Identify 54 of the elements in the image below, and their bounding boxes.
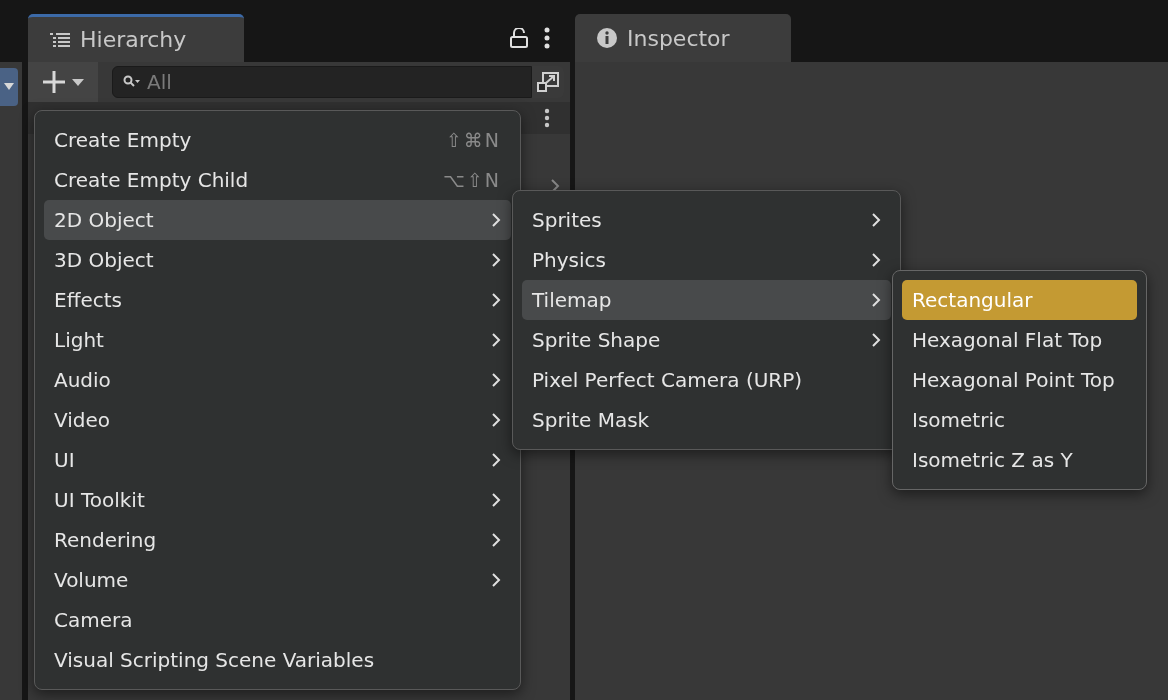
kebab-menu-icon[interactable] bbox=[544, 108, 550, 128]
inspector-tab[interactable]: Inspector bbox=[575, 14, 791, 62]
hierarchy-tab[interactable]: Hierarchy bbox=[28, 14, 244, 62]
menu-item[interactable]: Isometric Z as Y bbox=[902, 440, 1137, 480]
menu-item[interactable]: Hexagonal Point Top bbox=[902, 360, 1137, 400]
dropdown-button[interactable] bbox=[0, 68, 18, 106]
menu-item[interactable]: Isometric bbox=[902, 400, 1137, 440]
menu-item[interactable]: Tilemap bbox=[522, 280, 891, 320]
menu-item[interactable]: UI Toolkit bbox=[44, 480, 511, 520]
chevron-right-icon bbox=[491, 212, 501, 228]
chevron-right-icon bbox=[491, 372, 501, 388]
chevron-right-icon bbox=[491, 332, 501, 348]
kebab-menu-icon[interactable] bbox=[544, 27, 550, 49]
chevron-right-icon bbox=[871, 292, 881, 308]
list-icon bbox=[50, 31, 70, 48]
menu-item[interactable]: 2D Object bbox=[44, 200, 511, 240]
add-button[interactable] bbox=[28, 62, 98, 102]
menu-item[interactable]: Create Empty Child ⌥⇧N bbox=[44, 160, 511, 200]
menu-item[interactable]: Effects bbox=[44, 280, 511, 320]
menu-item[interactable]: Pixel Perfect Camera (URP) bbox=[522, 360, 891, 400]
chevron-right-icon bbox=[491, 532, 501, 548]
menu-item[interactable]: Sprite Mask bbox=[522, 400, 891, 440]
chevron-right-icon bbox=[491, 252, 501, 268]
chevron-right-icon bbox=[871, 332, 881, 348]
menu-item[interactable]: Sprite Shape bbox=[522, 320, 891, 360]
menu-item[interactable]: Volume bbox=[44, 560, 511, 600]
menu-item[interactable]: 3D Object bbox=[44, 240, 511, 280]
menu-item[interactable]: UI bbox=[44, 440, 511, 480]
chevron-right-icon bbox=[871, 212, 881, 228]
menu-item[interactable]: Physics bbox=[522, 240, 891, 280]
shortcut-label: ⌥⇧N bbox=[442, 169, 501, 191]
chevron-right-icon bbox=[491, 412, 501, 428]
menu-item[interactable]: Hexagonal Flat Top bbox=[902, 320, 1137, 360]
search-field[interactable]: All bbox=[112, 66, 532, 98]
plus-icon bbox=[42, 70, 66, 94]
caret-icon bbox=[72, 78, 84, 86]
chevron-right-icon bbox=[871, 252, 881, 268]
shortcut-label: ⇧⌘N bbox=[445, 129, 501, 151]
info-icon bbox=[597, 28, 617, 48]
menu-item[interactable]: Video bbox=[44, 400, 511, 440]
caret-icon bbox=[4, 83, 14, 91]
search-icon bbox=[123, 75, 141, 89]
chevron-right-icon bbox=[491, 492, 501, 508]
menu-item[interactable]: Rendering bbox=[44, 520, 511, 560]
menu-item[interactable]: Sprites bbox=[522, 200, 891, 240]
lock-icon[interactable] bbox=[510, 28, 528, 48]
menu-item[interactable]: Light bbox=[44, 320, 511, 360]
menu-item[interactable]: Visual Scripting Scene Variables bbox=[44, 640, 511, 680]
chevron-right-icon bbox=[491, 452, 501, 468]
menu-item[interactable]: Create Empty ⇧⌘N bbox=[44, 120, 511, 160]
menu-item[interactable]: Camera bbox=[44, 600, 511, 640]
menu-item[interactable]: Audio bbox=[44, 360, 511, 400]
chevron-right-icon bbox=[491, 572, 501, 588]
chevron-right-icon bbox=[491, 292, 501, 308]
